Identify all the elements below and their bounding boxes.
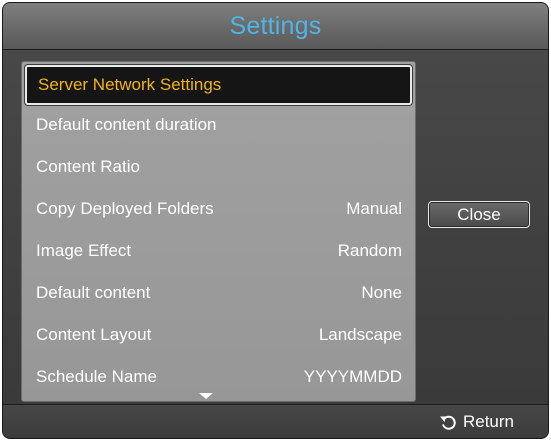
menu-item-label: Server Network Settings [38,75,222,94]
menu-item-label: Default content duration [36,115,217,134]
dialog-title: Settings [229,12,322,40]
menu-item-label: Default content [36,283,151,302]
close-button[interactable]: Close [428,201,530,228]
return-label: Return [462,412,514,431]
dialog-body: Server Network Settings Default content … [3,50,548,404]
menu-item-copy-deployed-folders[interactable]: Copy Deployed Folders Manual [22,189,415,229]
menu-item-server-network-settings[interactable]: Server Network Settings [25,65,412,105]
menu-item-content-layout[interactable]: Content Layout Landscape [22,315,415,355]
dialog-footer: Return [3,404,548,438]
dialog-titlebar: Settings [3,3,548,50]
menu-item-value: Landscape [318,325,402,344]
menu-item-value: Manual [346,199,402,218]
return-hint[interactable]: Return [439,405,514,438]
menu-item-label: Content Layout [36,325,152,344]
menu-item-image-effect[interactable]: Image Effect Random [22,231,415,271]
menu-item-label: Content Ratio [36,157,140,176]
menu-item-value: None [361,283,402,302]
menu-item-label: Copy Deployed Folders [36,199,214,218]
menu-item-default-content[interactable]: Default content None [22,273,415,313]
menu-item-content-ratio[interactable]: Content Ratio [22,147,415,187]
menu-item-default-content-duration[interactable]: Default content duration [22,105,415,145]
menu-item-label: Schedule Name [36,367,157,386]
menu-item-value: Random [337,241,402,260]
settings-list[interactable]: Server Network Settings Default content … [21,61,416,402]
menu-item-label: Image Effect [36,241,132,260]
triangle-down-icon[interactable] [199,393,213,399]
settings-dialog: Settings Server Network Settings Default… [2,2,549,439]
menu-item-schedule-name[interactable]: Schedule Name YYYYMMDD [22,357,415,397]
menu-item-value: YYYYMMDD [303,367,402,386]
return-arrow-icon [439,414,457,430]
